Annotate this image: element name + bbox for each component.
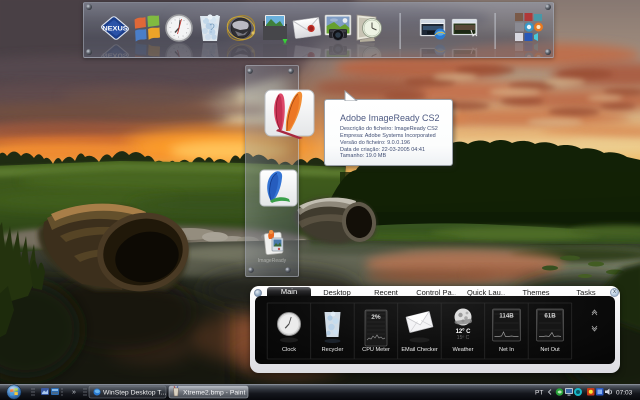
svg-text:Xtreme2.bmp - Paint: Xtreme2.bmp - Paint [183,390,245,397]
svg-text:Recycler: Recycler [322,347,344,353]
svg-text:ImageReady: ImageReady [258,258,287,264]
svg-text:15º C: 15º C [457,335,470,341]
svg-text:Clock: Clock [282,347,296,353]
svg-text:2%: 2% [371,314,381,321]
svg-text:Net In: Net In [499,347,514,353]
svg-text:EMail Checker: EMail Checker [401,347,438,353]
svg-text:61B: 61B [544,312,556,319]
svg-text:NEXUS: NEXUS [102,26,128,32]
svg-text:Net Out: Net Out [540,347,560,353]
svg-text:114B: 114B [499,312,514,319]
svg-text:WinStep Desktop T...: WinStep Desktop T... [103,390,166,397]
svg-text:PT: PT [535,390,543,397]
svg-text:07:03: 07:03 [616,390,633,397]
svg-text:CPU Meter: CPU Meter [362,347,390,353]
svg-text:»: » [72,389,76,396]
svg-text:Weather: Weather [452,347,473,353]
